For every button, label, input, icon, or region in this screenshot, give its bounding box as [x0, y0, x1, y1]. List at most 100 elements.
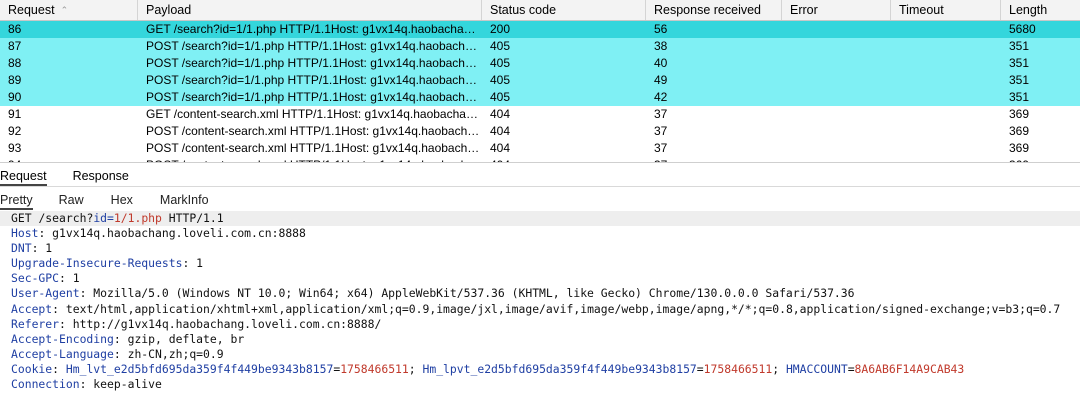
table-row[interactable]: 89 POST /search?id=1/1.php HTTP/1.1Host: …	[0, 72, 1080, 89]
results-table: Request ⌃ Payload Status code Response re…	[0, 0, 1080, 163]
cell-length: 369	[1009, 141, 1030, 155]
cell-response-received: 42	[654, 90, 668, 104]
cell-request: 86	[8, 22, 22, 36]
header-name: User-Agent	[11, 286, 80, 301]
header-line: Referer: http://g1vx14q.haobachang.lovel…	[11, 316, 382, 331]
header-name: Accept-Language	[11, 346, 114, 361]
cell-status-code: 405	[490, 73, 511, 87]
column-header-timeout[interactable]: Timeout	[891, 0, 1001, 20]
cell-payload: POST /content-search.xml HTTP/1.1Host: g…	[138, 157, 482, 162]
column-header-error[interactable]: Error	[782, 0, 891, 20]
header-value: Mozilla/5.0 (Windows NT 10.0; Win64; x64…	[93, 286, 855, 301]
header-name: Sec-GPC	[11, 271, 60, 286]
cell-status-code: 405	[490, 56, 511, 70]
cell-error	[782, 89, 891, 106]
table-row[interactable]: 94POST /content-search.xml HTTP/1.1Host:…	[0, 157, 1080, 162]
column-header-request[interactable]: Request ⌃	[0, 0, 138, 20]
header-line: Accept-Encoding: gzip, deflate, br	[11, 331, 245, 346]
cell-status-code: 405	[490, 39, 511, 53]
cookie-value: 8A6AB6F14A9CAB43	[854, 361, 965, 376]
table-body: 86 GET /search?id=1/1.php HTTP/1.1Host: g…	[0, 21, 1080, 162]
cell-payload: POST /search?id=1/1.php HTTP/1.1Host: g1…	[146, 73, 482, 87]
cell-request: 92	[8, 124, 22, 138]
header-name: Upgrade-Insecure-Requests	[11, 256, 183, 271]
tab-raw[interactable]: Raw	[59, 190, 84, 210]
sort-ascending-icon: ⌃	[60, 5, 69, 15]
cell-response-received: 38	[654, 39, 668, 53]
cell-error	[782, 106, 891, 123]
header-line: Host: g1vx14q.haobachang.loveli.com.cn:8…	[11, 226, 306, 241]
cell-error	[782, 140, 891, 157]
header-line-connection: Connection: keep-alive	[11, 377, 162, 392]
header-value: zh-CN,zh;q=0.9	[127, 346, 224, 361]
table-row[interactable]: 88 POST /search?id=1/1.php HTTP/1.1Host: …	[0, 55, 1080, 72]
cell-timeout	[891, 89, 1001, 106]
cell-length: 369	[1001, 157, 1080, 162]
cell-response-received: 56	[654, 22, 668, 36]
table-row[interactable]: 91 GET /content-search.xml HTTP/1.1Host: …	[0, 106, 1080, 123]
column-header-payload[interactable]: Payload	[138, 0, 482, 20]
header-name: Cookie	[11, 361, 53, 376]
header-name: Accept-Encoding	[11, 331, 114, 346]
cell-timeout	[891, 55, 1001, 72]
header-value: text/html,application/xhtml+xml,applicat…	[65, 301, 1061, 316]
cookie-value: 1758466511	[340, 361, 409, 376]
table-row[interactable]: 86 GET /search?id=1/1.php HTTP/1.1Host: g…	[0, 21, 1080, 38]
cell-error	[782, 123, 891, 140]
header-line: Upgrade-Insecure-Requests: 1	[11, 256, 204, 271]
cell-status-code: 200	[490, 22, 511, 36]
column-header-status-code[interactable]: Status code	[482, 0, 646, 20]
cookie-pairs: Hm_lvt_e2d5bfd695da359f4f449be9343b8157=…	[65, 361, 965, 376]
header-name: Host	[11, 226, 39, 241]
cell-status-code: 404	[490, 107, 511, 121]
cell-timeout	[891, 123, 1001, 140]
message-tabs: Request Response	[0, 166, 1080, 187]
table-row[interactable]: 87 POST /search?id=1/1.php HTTP/1.1Host: …	[0, 38, 1080, 55]
header-name: DNT	[11, 241, 32, 256]
tab-response[interactable]: Response	[73, 166, 141, 186]
tab-request[interactable]: Request	[0, 166, 47, 186]
cell-request: 91	[8, 107, 22, 121]
header-line-cookie: Cookie: Hm_lvt_e2d5bfd695da359f4f449be93…	[11, 361, 965, 376]
cookie-key: HMACCOUNT	[785, 361, 848, 376]
column-header-response-received[interactable]: Response received	[646, 0, 782, 20]
header-value: gzip, deflate, br	[127, 331, 245, 346]
header-line: DNT: 1	[11, 241, 53, 256]
tab-markinfo[interactable]: MarkInfo	[160, 190, 209, 210]
request-line: GET /search?id=1/1.php HTTP/1.1	[0, 211, 1080, 227]
cell-error	[782, 21, 891, 38]
query-param-name: id	[93, 211, 108, 225]
cell-request: 89	[8, 73, 22, 87]
cell-timeout	[891, 157, 1001, 162]
header-value: http://g1vx14q.haobachang.loveli.com.cn:…	[72, 316, 382, 331]
cell-timeout	[891, 140, 1001, 157]
cell-status-code: 404	[490, 124, 511, 138]
query-param-value: 1/1.php	[113, 211, 162, 225]
header-line: Sec-GPC: 1	[11, 271, 80, 286]
header-name: Referer	[11, 316, 60, 331]
cell-payload: POST /search?id=1/1.php HTTP/1.1Host: g1…	[146, 90, 482, 104]
table-row[interactable]: 92 POST /content-search.xml HTTP/1.1Host:…	[0, 123, 1080, 140]
tab-pretty[interactable]: Pretty	[0, 190, 33, 210]
header-value: keep-alive	[93, 377, 162, 392]
cell-timeout	[891, 38, 1001, 55]
cell-response-received: 37	[654, 107, 668, 121]
cell-status-code: 404	[490, 141, 511, 155]
cell-payload: GET /content-search.xml HTTP/1.1Host: g1…	[146, 107, 482, 121]
header-name: Accept	[11, 301, 53, 316]
http-method: GET	[11, 211, 32, 225]
request-editor[interactable]: GET /search?id=1/1.php HTTP/1.1 Host: g1…	[0, 211, 1080, 412]
cell-request: 87	[8, 39, 22, 53]
cell-length: 351	[1009, 73, 1030, 87]
cell-length: 351	[1009, 39, 1030, 53]
cell-status-code: 404	[482, 157, 646, 162]
tab-hex[interactable]: Hex	[111, 190, 133, 210]
cell-timeout	[891, 21, 1001, 38]
table-row[interactable]: 90 POST /search?id=1/1.php HTTP/1.1Host: …	[0, 89, 1080, 106]
column-header-length[interactable]: Length	[1001, 0, 1080, 20]
table-row[interactable]: 93 POST /content-search.xml HTTP/1.1Host:…	[0, 140, 1080, 157]
cell-response-received: 37	[654, 124, 668, 138]
cookie-key: Hm_lvt_e2d5bfd695da359f4f449be9343b8157	[65, 361, 334, 376]
cell-error	[782, 157, 891, 162]
cell-payload: GET /search?id=1/1.php HTTP/1.1Host: g1v…	[146, 22, 482, 36]
